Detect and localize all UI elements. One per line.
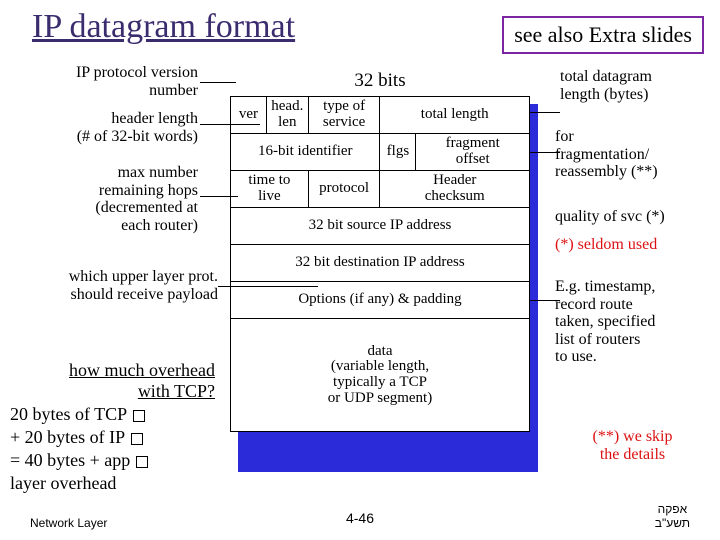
bullet-icon — [133, 410, 145, 422]
ip-datagram: ver head. len type of service total leng… — [230, 96, 530, 432]
field-dst-ip: 32 bit destination IP address — [231, 245, 530, 282]
field-ver: ver — [231, 97, 267, 134]
field-ttl: time to live — [231, 171, 309, 208]
annotation-qos: quality of svc (*) — [555, 208, 710, 226]
overhead-l4: layer overhead — [10, 473, 215, 494]
field-data: data (variable length, typically a TCP o… — [231, 319, 530, 432]
annotation-upper-layer: which upper layer prot. should receive p… — [0, 268, 218, 303]
field-checksum: Header checksum — [380, 171, 530, 208]
overhead-l2: + 20 bytes of IP — [10, 427, 215, 448]
overhead-l3: = 40 bytes + app — [10, 450, 215, 471]
overhead-q1: how much overhead — [10, 360, 215, 381]
annotation-hlen: header length (# of 32-bit words) — [18, 110, 198, 145]
page-title: IP datagram format — [32, 8, 295, 46]
overhead-q2: with TCP? — [10, 381, 215, 402]
field-identifier: 16-bit identifier — [231, 134, 380, 171]
annotation-version: IP protocol version number — [18, 64, 198, 99]
annotation-total-length: total datagram length (bytes) — [560, 68, 710, 103]
connector-line — [530, 112, 560, 113]
connector-line — [530, 300, 560, 301]
connector-line — [530, 152, 560, 153]
ip-header-table: ver head. len type of service total leng… — [230, 96, 530, 432]
connector-line — [200, 196, 238, 197]
connector-line — [218, 286, 318, 287]
field-options: Options (if any) & padding — [231, 282, 530, 319]
field-src-ip: 32 bit source IP address — [231, 208, 530, 245]
footer-left: Network Layer — [30, 516, 107, 530]
annotation-ttl: max number remaining hops (decremented a… — [18, 164, 198, 234]
bits-width-label: 32 bits — [230, 70, 530, 92]
field-flags: flgs — [380, 134, 416, 171]
see-also-box: see also Extra slides — [502, 16, 704, 54]
annotation-options-eg: E.g. timestamp, record route taken, spec… — [555, 278, 710, 366]
annotation-skip-details: (**) we skip the details — [555, 428, 710, 463]
field-tos: type of service — [308, 97, 380, 134]
overhead-l1: 20 bytes of TCP — [10, 404, 215, 425]
bullet-icon — [136, 456, 148, 468]
connector-line — [200, 82, 236, 83]
footer-hebrew: אפקה תשע"ב — [655, 502, 690, 530]
annotation-fragmentation: for fragmentation/ reassembly (**) — [555, 128, 710, 181]
field-total-length: total length — [380, 97, 530, 134]
bullet-icon — [131, 433, 143, 445]
page-number: 4-46 — [346, 510, 374, 526]
annotation-seldom-used: (*) seldom used — [555, 236, 710, 254]
overhead-box: how much overhead with TCP? 20 bytes of … — [10, 360, 215, 494]
field-protocol: protocol — [308, 171, 380, 208]
connector-line — [200, 124, 260, 125]
field-frag-offset: fragment offset — [416, 134, 530, 171]
field-hlen: head. len — [266, 97, 308, 134]
